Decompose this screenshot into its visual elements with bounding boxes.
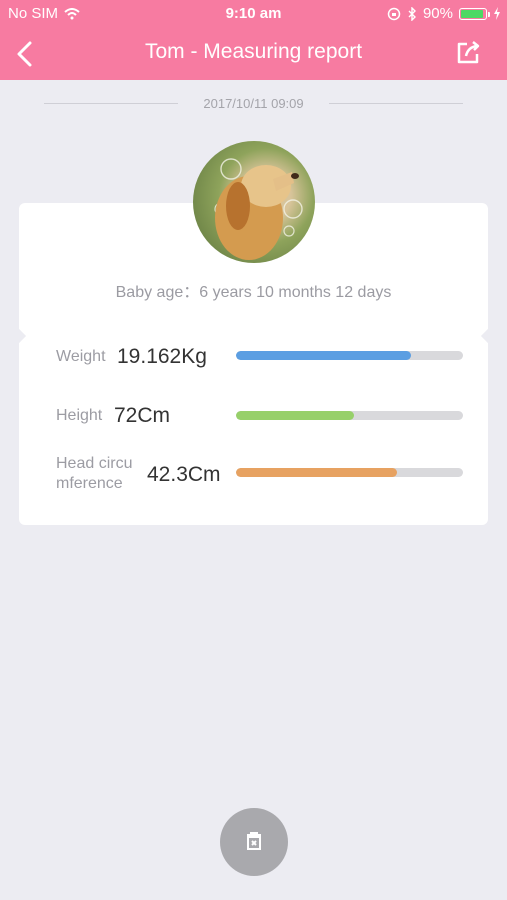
delete-button[interactable] bbox=[220, 808, 288, 876]
weight-progress-bar bbox=[236, 351, 463, 360]
avatar[interactable] bbox=[193, 141, 315, 263]
head-circumference-label-line2: mference bbox=[56, 475, 123, 492]
report-date-row: 2017/10/11 09:09 bbox=[44, 96, 463, 112]
weight-label: Weight bbox=[56, 348, 106, 365]
weight-progress-fill bbox=[236, 351, 411, 360]
head-circumference-progress-fill bbox=[236, 468, 398, 477]
battery-percent: 90% bbox=[422, 5, 453, 22]
divider-right bbox=[329, 103, 463, 104]
dog-photo bbox=[214, 158, 303, 260]
share-icon[interactable] bbox=[453, 38, 483, 68]
weight-value: 19.162Kg bbox=[117, 345, 207, 368]
status-bar: No SIM 9:10 am 90% bbox=[0, 0, 507, 28]
lock-rotation-icon bbox=[387, 7, 401, 20]
head-circumference-progress-bar bbox=[236, 468, 463, 477]
status-right: 90% bbox=[387, 5, 501, 22]
head-circumference-label-line1: Head circu bbox=[56, 455, 133, 472]
battery-icon bbox=[459, 7, 490, 20]
navigation-bar: Tom - Measuring report bbox=[0, 28, 507, 80]
height-progress-bar bbox=[236, 411, 463, 420]
height-value: 72Cm bbox=[114, 404, 171, 427]
baby-age-text: Baby age：6 years 10 months 12 days bbox=[115, 284, 392, 301]
head-circumference-value: 42.3Cm bbox=[147, 463, 221, 486]
bluetooth-icon bbox=[408, 6, 416, 21]
height-label: Height bbox=[56, 407, 103, 424]
charging-icon bbox=[494, 7, 500, 20]
delete-icon bbox=[247, 832, 261, 850]
page-title: Tom - Measuring report bbox=[144, 40, 363, 63]
height-progress-fill bbox=[236, 411, 355, 420]
head-circumference-label: Head circu mference bbox=[56, 454, 132, 494]
